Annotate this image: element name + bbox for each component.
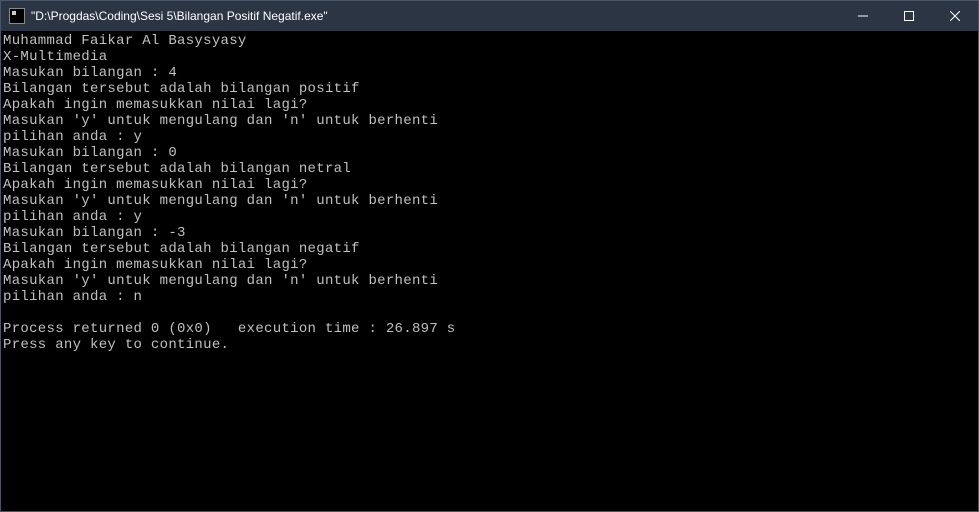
- console-line: Masukan bilangan : 4: [3, 65, 976, 81]
- console-line: Press any key to continue.: [3, 337, 976, 353]
- console-line: Bilangan tersebut adalah bilangan negati…: [3, 241, 976, 257]
- console-line: Masukan bilangan : 0: [3, 145, 976, 161]
- console-line: Bilangan tersebut adalah bilangan positi…: [3, 81, 976, 97]
- console-line: Apakah ingin memasukkan nilai lagi?: [3, 177, 976, 193]
- app-icon: [9, 8, 25, 24]
- console-line: Bilangan tersebut adalah bilangan netral: [3, 161, 976, 177]
- console-line: Masukan bilangan : -3: [3, 225, 976, 241]
- window-title: "D:\Progdas\Coding\Sesi 5\Bilangan Posit…: [31, 9, 840, 23]
- console-line: Process returned 0 (0x0) execution time …: [3, 321, 976, 337]
- console-line: [3, 305, 976, 321]
- console-line: pilihan anda : y: [3, 209, 976, 225]
- minimize-button[interactable]: [840, 1, 886, 31]
- console-line: X-Multimedia: [3, 49, 976, 65]
- window-controls: [840, 1, 978, 31]
- console-line: Muhammad Faikar Al Basysyasy: [3, 33, 976, 49]
- console-line: Masukan 'y' untuk mengulang dan 'n' untu…: [3, 273, 976, 289]
- titlebar[interactable]: "D:\Progdas\Coding\Sesi 5\Bilangan Posit…: [1, 1, 978, 31]
- console-line: Apakah ingin memasukkan nilai lagi?: [3, 257, 976, 273]
- console-line: pilihan anda : y: [3, 129, 976, 145]
- console-line: Masukan 'y' untuk mengulang dan 'n' untu…: [3, 193, 976, 209]
- console-line: Apakah ingin memasukkan nilai lagi?: [3, 97, 976, 113]
- console-window: "D:\Progdas\Coding\Sesi 5\Bilangan Posit…: [0, 0, 979, 512]
- close-icon: [950, 11, 960, 21]
- minimize-icon: [858, 11, 868, 21]
- console-output[interactable]: Muhammad Faikar Al BasysyasyX-Multimedia…: [1, 31, 978, 511]
- maximize-button[interactable]: [886, 1, 932, 31]
- console-line: pilihan anda : n: [3, 289, 976, 305]
- close-button[interactable]: [932, 1, 978, 31]
- console-line: Masukan 'y' untuk mengulang dan 'n' untu…: [3, 113, 976, 129]
- maximize-icon: [904, 11, 914, 21]
